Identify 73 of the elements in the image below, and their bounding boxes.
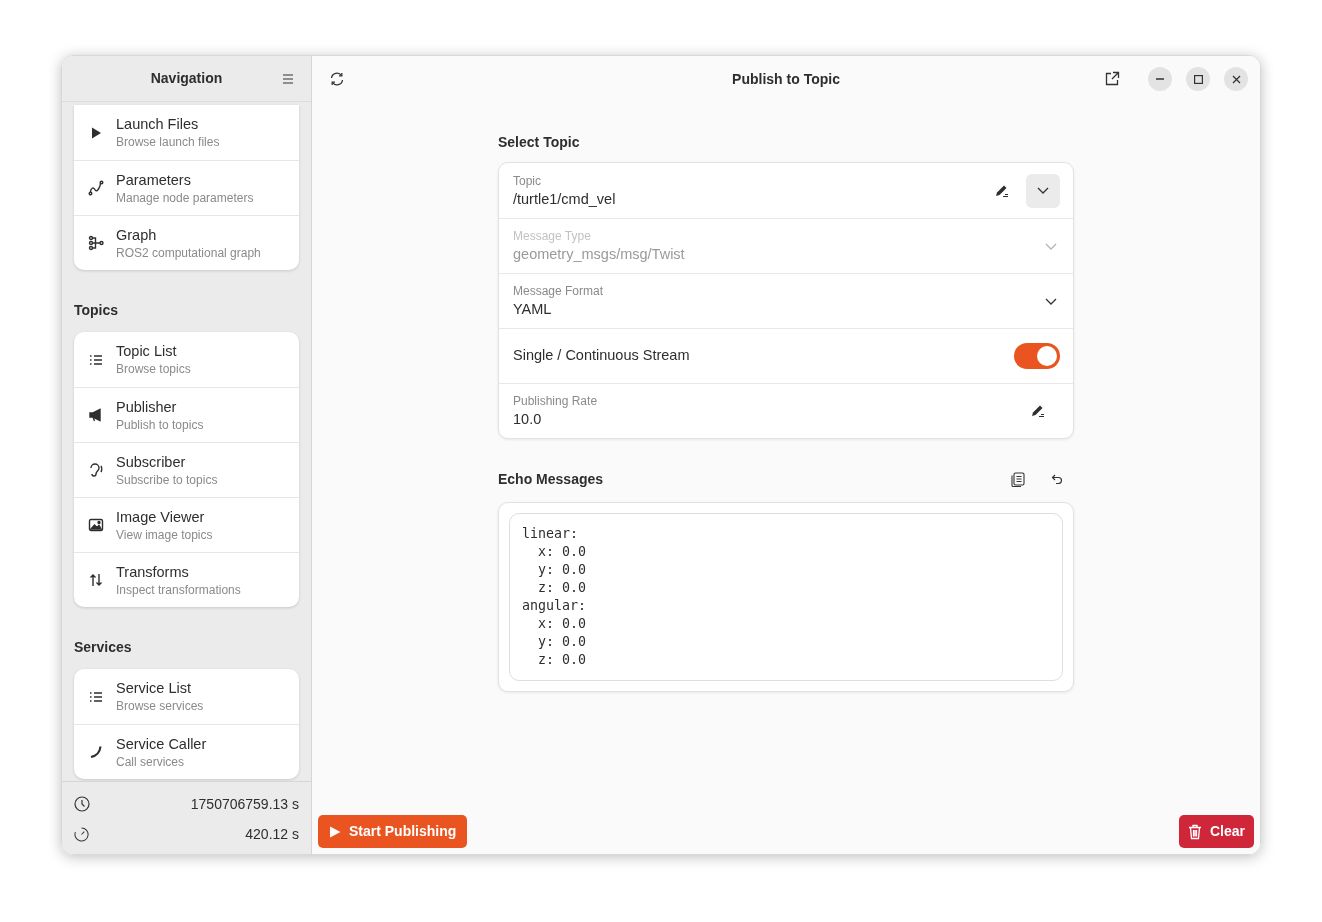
item-title: Graph (116, 225, 158, 245)
navigation-item[interactable]: Service List Browse services (74, 669, 299, 724)
maximize-icon (1193, 74, 1203, 84)
item-subtitle: Browse topics (116, 361, 191, 377)
section-heading: Services (74, 638, 133, 657)
item-subtitle: Browse services (116, 698, 204, 714)
item-title: Launch Files (116, 115, 200, 134)
field-label: Single / Continuous Stream (513, 346, 690, 366)
footer-value: 420.12 s (245, 824, 299, 844)
edit-icon[interactable] (1030, 403, 1046, 419)
chevron-down-icon (1045, 297, 1057, 305)
clear-button[interactable]: Clear (1178, 815, 1254, 848)
copy-icon[interactable] (1011, 471, 1025, 487)
item-title: Topic List (116, 342, 178, 361)
navigation-item[interactable]: Launch Files Browse launch files (74, 105, 299, 160)
chevron-down-icon (1045, 242, 1057, 250)
navigation-item[interactable]: Image Viewer View image topics (74, 497, 299, 552)
item-title: Image Viewer (116, 507, 206, 527)
close-button[interactable] (1224, 67, 1248, 91)
item-title: Publisher (116, 397, 178, 417)
phone-icon (88, 744, 104, 760)
trash-icon (1187, 823, 1202, 840)
navigation-item[interactable]: Publisher Publish to topics (74, 387, 299, 442)
ear-icon (88, 462, 104, 478)
input-field[interactable]: Publishing Rate 10.0 (513, 393, 1030, 429)
echo-text-area[interactable]: linear: x: 0.0 y: 0.0 z: 0.0 angular: x: 0.0 y: 0.0 z: 0.0 (509, 513, 1063, 681)
section-heading: Select Topic (498, 133, 581, 152)
toggle-switch[interactable] (1014, 343, 1060, 369)
navigation-item[interactable]: Service Caller Call services (74, 724, 299, 779)
navigation-item[interactable]: Parameters Manage node parameters (74, 160, 299, 215)
dropdown-field[interactable]: Message Format YAML (513, 283, 1045, 319)
item-title: Service Caller (116, 734, 207, 754)
stopwatch-icon (74, 826, 89, 842)
navigation-item[interactable]: Transforms Inspect transformations (74, 552, 299, 607)
navigation-item[interactable]: Topic List Browse topics (74, 332, 299, 387)
item-subtitle: Browse launch files (116, 134, 220, 150)
item-title: Subscriber (116, 452, 187, 472)
refresh-icon[interactable] (329, 71, 345, 87)
menu-icon[interactable] (282, 73, 294, 85)
item-subtitle: Subscribe to topics (116, 471, 218, 488)
maximize-button[interactable] (1186, 67, 1210, 91)
item-subtitle: Manage node parameters (116, 189, 254, 206)
external-window-icon[interactable] (1104, 71, 1120, 87)
dropdown-button[interactable] (1026, 173, 1060, 208)
navigation-item[interactable]: Subscriber Subscribe to topics (74, 442, 299, 497)
dropdown-field[interactable]: Topic /turtle1/cmd_vel (513, 172, 994, 209)
curve-icon (88, 180, 104, 196)
item-subtitle: Publish to topics (116, 416, 204, 433)
footer-value: 1750706759.13 s (190, 794, 299, 814)
item-subtitle: View image topics (116, 526, 213, 543)
item-subtitle: ROS2 computational graph (116, 244, 261, 261)
play-icon (329, 825, 341, 838)
item-subtitle: Inspect transformations (116, 581, 241, 598)
section-heading: Echo Messages (498, 469, 604, 489)
undo-icon[interactable] (1051, 474, 1063, 484)
graph-icon (88, 235, 104, 251)
item-subtitle: Call services (116, 753, 185, 770)
start-publishing-button[interactable]: Start Publishing (318, 815, 468, 848)
swap-arrows-icon (88, 572, 104, 588)
minimize-icon (1156, 78, 1164, 80)
chevron-down-icon (1037, 187, 1049, 194)
image-icon (88, 517, 104, 533)
minimize-button[interactable] (1148, 67, 1172, 91)
item-title: Service List (116, 679, 192, 698)
item-title: Parameters (116, 170, 192, 190)
navigation-item[interactable]: Graph ROS2 computational graph (74, 215, 299, 270)
sidebar-title: Navigation (150, 69, 223, 88)
megaphone-icon (88, 407, 104, 423)
close-icon (1231, 74, 1241, 84)
section-heading: Topics (74, 301, 120, 320)
window-title: Publish to Topic (732, 69, 840, 89)
item-title: Transforms (116, 562, 190, 582)
clock-icon (74, 796, 90, 812)
